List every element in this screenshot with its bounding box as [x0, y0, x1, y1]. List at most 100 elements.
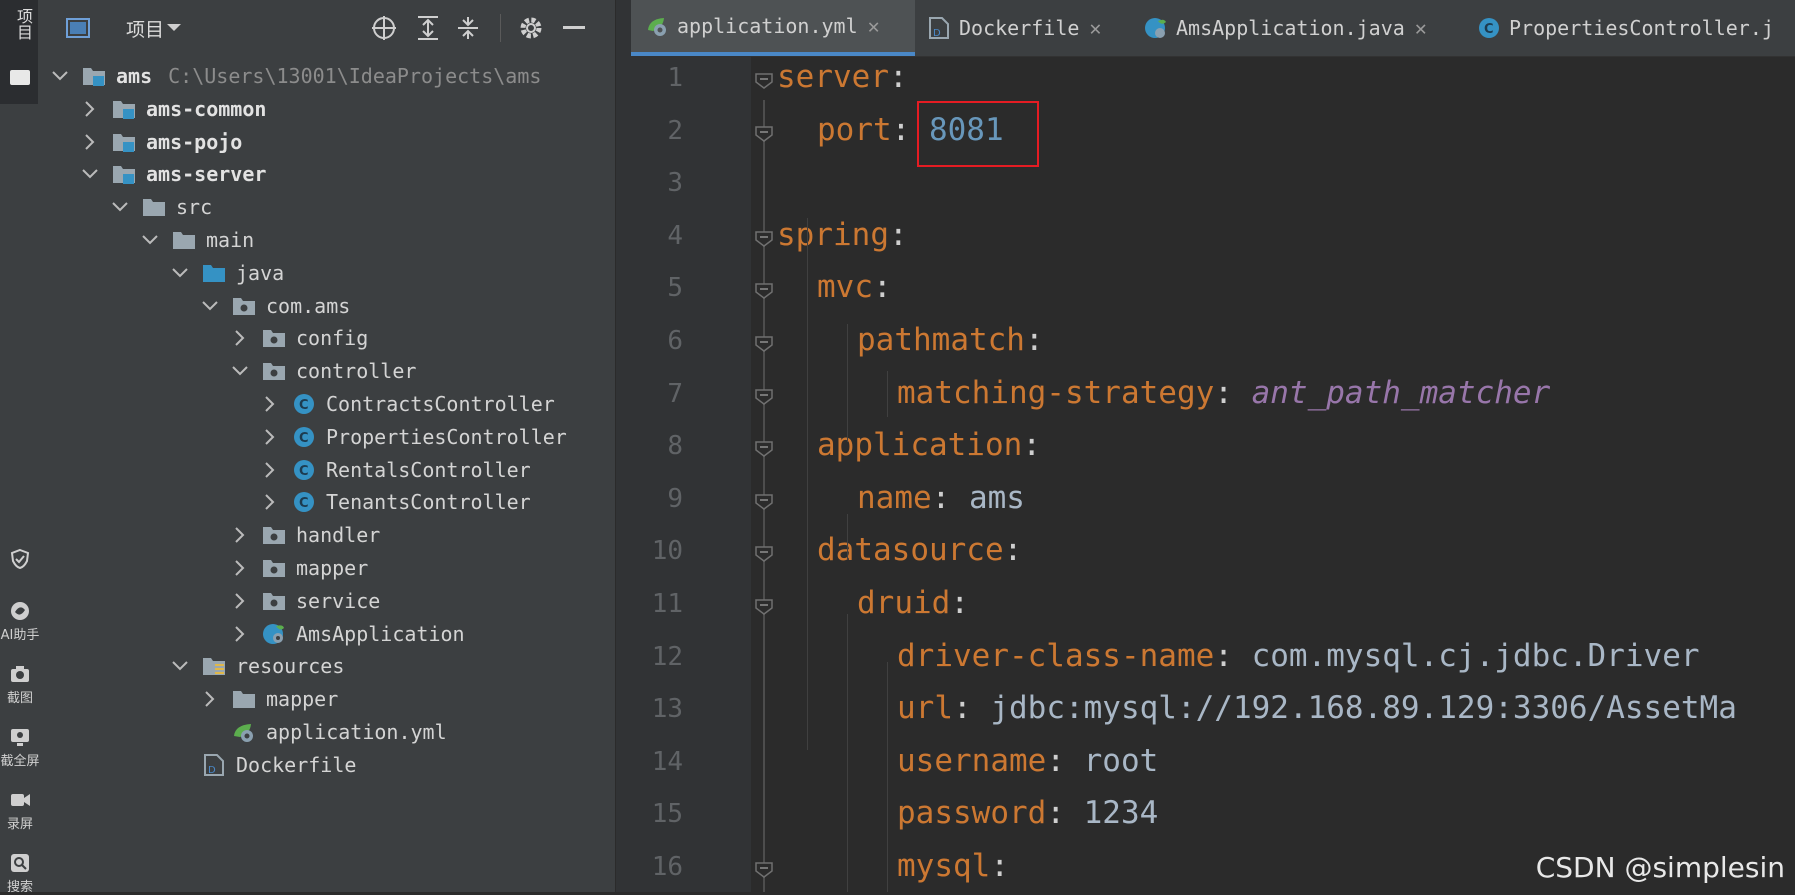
chevron-down-icon[interactable]	[50, 66, 70, 86]
chevron-right-icon[interactable]	[260, 427, 280, 447]
fold-marker-icon[interactable]	[753, 332, 775, 354]
tree-item-ams-common[interactable]: ams-common	[80, 91, 266, 127]
chevron-right-icon[interactable]	[260, 460, 280, 480]
fold-marker-icon[interactable]	[753, 385, 775, 407]
code-line[interactable]: mysql:	[897, 848, 1009, 884]
tree-item-src[interactable]: src	[110, 189, 212, 225]
settings-button[interactable]	[517, 14, 545, 42]
tree-item-propertiescontroller[interactable]: C PropertiesController	[260, 419, 567, 455]
tree-item-service[interactable]: service	[230, 583, 380, 619]
close-icon[interactable]: ✕	[868, 14, 880, 38]
folder-icon	[142, 196, 166, 218]
search-tool[interactable]: 搜索	[0, 852, 40, 895]
code-line[interactable]: username: root	[897, 743, 1158, 779]
chevron-down-icon[interactable]	[170, 656, 190, 676]
code-line[interactable]: druid:	[857, 585, 969, 621]
locate-file-button[interactable]	[370, 14, 398, 42]
fold-marker-icon[interactable]	[753, 279, 775, 301]
tab-dockerfile[interactable]: D Dockerfile ✕	[927, 0, 1101, 56]
close-icon[interactable]: ✕	[1415, 16, 1427, 40]
tree-item-contractscontroller[interactable]: C ContractsController	[260, 386, 555, 422]
chevron-right-icon[interactable]	[230, 525, 250, 545]
tree-item-label: resources	[236, 654, 345, 679]
tree-item-ams[interactable]: ams C:\Users\13001\IdeaProjects\ams	[50, 58, 541, 94]
yaml-value: ant_path_matcher	[1251, 374, 1551, 411]
code-line[interactable]: matching-strategy: ant_path_matcher	[897, 375, 1550, 411]
code-line[interactable]: driver-class-name: com.mysql.cj.jdbc.Dri…	[897, 638, 1700, 674]
tree-item-handler[interactable]: handler	[230, 517, 380, 553]
tree-item-tenantscontroller[interactable]: C TenantsController	[260, 484, 531, 520]
tab-amsapplication-java[interactable]: AmsApplication.java ✕	[1144, 0, 1427, 56]
svg-text:C: C	[1484, 22, 1494, 37]
tree-item-mapper[interactable]: mapper	[200, 681, 338, 717]
tab-propertiescontroller[interactable]: C PropertiesController.j	[1477, 0, 1774, 56]
tree-item-com-ams[interactable]: com.ams	[200, 288, 350, 324]
fullscreen-capture-tool[interactable]: 截全屏	[0, 726, 40, 769]
shield-tool[interactable]	[0, 548, 40, 572]
project-tool-tab[interactable]: 项目	[0, 0, 38, 104]
tree-item-ams-pojo[interactable]: ams-pojo	[80, 124, 242, 160]
hide-panel-button[interactable]	[560, 14, 588, 42]
tree-item-resources[interactable]: resources	[170, 648, 344, 684]
panel-scrollbar[interactable]	[615, 0, 632, 892]
code-line[interactable]: name: ams	[857, 480, 1025, 516]
indent-guide	[847, 614, 848, 892]
project-view-button[interactable]	[64, 14, 92, 42]
chevron-right-icon[interactable]	[230, 328, 250, 348]
chevron-down-icon[interactable]	[80, 164, 100, 184]
yaml-separator: :	[1046, 742, 1084, 779]
chevron-down-icon[interactable]	[200, 296, 220, 316]
fold-marker-icon[interactable]	[753, 542, 775, 564]
tree-item-amsapplication[interactable]: AmsApplication	[230, 616, 465, 652]
chevron-right-icon[interactable]	[80, 99, 100, 119]
record-tool[interactable]: 录屏	[0, 789, 40, 832]
fold-marker-icon[interactable]	[753, 595, 775, 617]
fold-marker-icon[interactable]	[753, 227, 775, 249]
tree-item-label: ams-pojo	[146, 129, 243, 154]
fold-marker-icon[interactable]	[753, 437, 775, 459]
tab-application-yml[interactable]: application.yml ✕	[631, 0, 915, 56]
chevron-down-icon[interactable]	[170, 263, 190, 283]
chevron-down-icon[interactable]	[140, 230, 160, 250]
chevron-down-icon	[167, 24, 181, 31]
tree-item-controller[interactable]: controller	[230, 353, 416, 389]
chevron-right-icon[interactable]	[80, 132, 100, 152]
code-line[interactable]: mvc:	[817, 269, 892, 305]
fold-marker-icon[interactable]	[753, 858, 775, 880]
chevron-right-icon[interactable]	[230, 591, 250, 611]
tree-item-rentalscontroller[interactable]: C RentalsController	[260, 452, 531, 488]
tree-item-application-yml[interactable]: application.yml	[200, 714, 447, 750]
tree-item-config[interactable]: config	[230, 320, 368, 356]
fold-marker-icon[interactable]	[753, 69, 775, 91]
code-line[interactable]: spring:	[777, 217, 908, 253]
tree-item-ams-server[interactable]: ams-server	[80, 156, 266, 192]
fold-marker-icon[interactable]	[753, 122, 775, 144]
screenshot-tool[interactable]: 截图	[0, 663, 40, 706]
chevron-down-icon[interactable]	[110, 197, 130, 217]
class-icon: C	[292, 491, 316, 513]
chevron-right-icon[interactable]	[230, 558, 250, 578]
code-line[interactable]: application:	[817, 427, 1041, 463]
yaml-value: ams	[968, 479, 1025, 516]
code-line[interactable]: password: 1234	[897, 795, 1158, 831]
close-icon[interactable]: ✕	[1089, 16, 1101, 40]
code-line[interactable]: server:	[777, 59, 908, 95]
view-dropdown-button[interactable]	[160, 14, 188, 42]
tree-item-dockerfile[interactable]: D Dockerfile	[170, 747, 356, 783]
code-line[interactable]: url: jdbc:mysql://192.168.89.129:3306/As…	[897, 690, 1737, 726]
chevron-right-icon[interactable]	[260, 394, 280, 414]
chevron-right-icon[interactable]	[230, 624, 250, 644]
tree-item-mapper[interactable]: mapper	[230, 550, 368, 586]
collapse-all-button[interactable]	[454, 14, 482, 42]
chevron-down-icon[interactable]	[230, 361, 250, 381]
ai-assistant-icon	[11, 602, 29, 620]
fold-marker-icon[interactable]	[753, 490, 775, 512]
chevron-right-icon[interactable]	[260, 492, 280, 512]
expand-all-button[interactable]	[414, 14, 442, 42]
code-line[interactable]: pathmatch:	[857, 322, 1044, 358]
tree-item-main[interactable]: main	[140, 222, 254, 258]
tree-item-java[interactable]: java	[170, 255, 284, 291]
ai-assistant-tool[interactable]: AI助手	[0, 600, 40, 643]
chevron-right-icon[interactable]	[200, 689, 220, 709]
